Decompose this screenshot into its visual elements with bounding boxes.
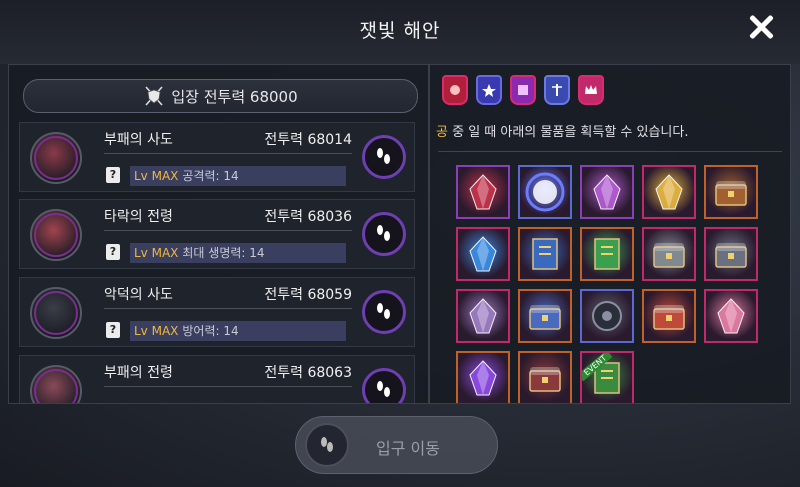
move-footprints-button[interactable] (362, 135, 406, 179)
gold-gem-icon[interactable] (642, 165, 696, 219)
dungeon-entry[interactable]: 타락의 전령 전투력 68036? Lv MAX 최대 생명력: 14 (19, 199, 415, 269)
portrait-ring (34, 369, 78, 403)
scroll-icon[interactable] (518, 227, 572, 281)
entry-divider (104, 386, 352, 387)
footprints-icon (377, 381, 390, 397)
entry-requirement-text: 입장 전투력 68000 (171, 87, 298, 106)
level-stat: Lv MAX 방어력: 14 (130, 321, 346, 341)
move-footprints-button[interactable] (362, 212, 406, 256)
top-bar: 잿빛 해안 (0, 0, 800, 64)
treasure-box-icon[interactable] (518, 289, 572, 343)
shield-swords-icon (145, 86, 163, 106)
notice-text: 중 일 때 아래의 물품을 획득할 수 있습니다. (452, 125, 689, 140)
crown-medal-icon[interactable] (578, 75, 604, 105)
reward-panel: 공 중 일 때 아래의 물품을 획득할 수 있습니다. EVENT (429, 64, 791, 404)
enter-move-button[interactable]: 입구 이동 (295, 416, 498, 474)
move-footprints-button[interactable] (362, 368, 406, 403)
portrait-ring (34, 136, 78, 180)
stat-label: 공격력: 14 (182, 169, 239, 183)
dungeon-entry[interactable]: 부패의 사도 전투력 68014? Lv MAX 공격력: 14 (19, 122, 415, 192)
footprints-icon (377, 225, 390, 241)
event-scroll-icon[interactable]: EVENT (580, 351, 634, 403)
chest-icon[interactable] (704, 165, 758, 219)
entry-requirement: 입장 전투력 68000 (23, 79, 418, 113)
level-stat: Lv MAX 최대 생명력: 14 (130, 243, 346, 263)
portrait-ring (34, 213, 78, 257)
page-title: 잿빛 해안 (359, 20, 441, 42)
boss-portrait (30, 365, 82, 403)
boss-power: 전투력 68063 (264, 365, 352, 381)
move-footprints-button[interactable] (362, 290, 406, 334)
red-chest-icon[interactable] (642, 289, 696, 343)
level-label: Lv MAX (134, 324, 179, 338)
medal-row (442, 75, 604, 105)
blue-crystal-icon[interactable] (456, 227, 510, 281)
boss-power: 전투력 68036 (264, 209, 352, 225)
entry-divider (104, 308, 352, 309)
purple-crystal-icon[interactable] (580, 165, 634, 219)
pink-crystal-icon[interactable] (704, 289, 758, 343)
book-icon[interactable]: ? (106, 322, 120, 338)
dungeon-entry[interactable]: 부패의 전령 전투력 68063 (19, 355, 415, 403)
notice-prefix: 공 (436, 125, 448, 140)
book-medal-icon[interactable] (510, 75, 536, 105)
red-gem-icon[interactable] (456, 165, 510, 219)
green-scroll-icon[interactable] (580, 227, 634, 281)
boss-power: 전투력 68059 (264, 287, 352, 303)
boss-name: 부패의 전령 (104, 365, 173, 381)
dark-chest-icon[interactable] (518, 351, 572, 403)
amethyst-icon[interactable] (456, 351, 510, 403)
star-medal-icon[interactable] (476, 75, 502, 105)
ornate-chest-icon[interactable] (642, 227, 696, 281)
footprints-icon (377, 303, 390, 319)
silver-chest-icon[interactable] (704, 227, 758, 281)
footprints-icon (305, 423, 349, 467)
blue-orb-icon[interactable] (518, 165, 572, 219)
level-label: Lv MAX (134, 246, 179, 260)
stat-label: 최대 생명력: 14 (182, 246, 265, 260)
crystal-cluster-icon[interactable] (456, 289, 510, 343)
divider (438, 151, 782, 152)
boss-portrait (30, 287, 82, 339)
book-icon[interactable]: ? (106, 244, 120, 260)
boss-power: 전투력 68014 (264, 132, 352, 148)
boss-portrait (30, 132, 82, 184)
reward-notice: 공 중 일 때 아래의 물품을 획득할 수 있습니다. (436, 121, 689, 140)
trident-medal-icon[interactable] (544, 75, 570, 105)
entry-divider (104, 153, 352, 154)
dungeon-list-panel: 입장 전투력 68000 부패의 사도 전투력 68014? Lv MAX 공격력: … (8, 64, 429, 404)
wheel-icon[interactable] (580, 289, 634, 343)
close-icon[interactable] (748, 14, 774, 40)
entry-divider (104, 230, 352, 231)
rose-medal-icon[interactable] (442, 75, 468, 105)
enter-move-label: 입구 이동 (376, 439, 440, 458)
book-icon[interactable]: ? (106, 167, 120, 183)
level-label: Lv MAX (134, 169, 179, 183)
footprints-icon (377, 148, 390, 164)
boss-name: 부패의 사도 (104, 132, 173, 148)
dungeon-entry[interactable]: 악덕의 사도 전투력 68059? Lv MAX 방어력: 14 (19, 277, 415, 347)
boss-name: 악덕의 사도 (104, 287, 173, 303)
level-stat: Lv MAX 공격력: 14 (130, 166, 346, 186)
boss-portrait (30, 209, 82, 261)
boss-name: 타락의 전령 (104, 209, 173, 225)
portrait-ring (34, 291, 78, 335)
stat-label: 방어력: 14 (182, 324, 239, 338)
